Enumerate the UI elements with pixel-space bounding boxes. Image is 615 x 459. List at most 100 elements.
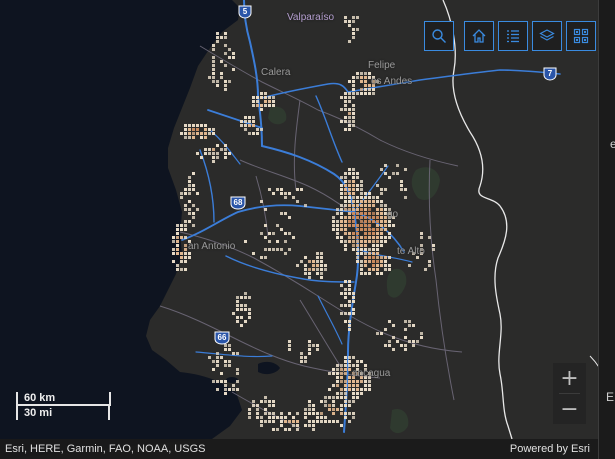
urban-pixel xyxy=(232,384,235,387)
home-button[interactable] xyxy=(464,21,494,51)
urban-pixel xyxy=(192,132,195,135)
urban-pixel xyxy=(376,240,379,243)
urban-pixel xyxy=(260,200,263,203)
urban-pixel xyxy=(276,224,279,227)
urban-pixel xyxy=(316,272,319,275)
scale-bar: 60 km 30 mi xyxy=(16,392,111,420)
layers-button[interactable] xyxy=(532,21,562,51)
urban-pixel xyxy=(372,216,375,219)
urban-pixel xyxy=(260,232,263,235)
urban-pixel xyxy=(264,92,267,95)
urban-pixel xyxy=(232,312,235,315)
urban-pixel xyxy=(328,420,331,423)
urban-pixel xyxy=(304,272,307,275)
urban-pixel xyxy=(184,248,187,251)
urban-pixel xyxy=(332,408,335,411)
urban-pixel xyxy=(196,128,199,131)
urban-pixel xyxy=(376,232,379,235)
urban-pixel xyxy=(408,264,411,267)
urban-pixel xyxy=(396,340,399,343)
urban-pixel xyxy=(212,368,215,371)
urban-pixel xyxy=(316,264,319,267)
urban-pixel xyxy=(312,424,315,427)
urban-pixel xyxy=(368,224,371,227)
urban-pixel xyxy=(184,128,187,131)
urban-pixel xyxy=(320,260,323,263)
zoom-out-button[interactable]: − xyxy=(553,394,586,424)
urban-pixel xyxy=(340,312,343,315)
urban-pixel xyxy=(252,116,255,119)
urban-pixel xyxy=(188,200,191,203)
urban-pixel xyxy=(364,88,367,91)
urban-pixel xyxy=(304,416,307,419)
urban-pixel xyxy=(340,364,343,367)
legend-button[interactable] xyxy=(498,21,528,51)
urban-pixel xyxy=(264,420,267,423)
urban-pixel xyxy=(172,240,175,243)
urban-pixel xyxy=(212,48,215,51)
basemap-gallery-button[interactable] xyxy=(566,21,596,51)
urban-pixel xyxy=(376,268,379,271)
urban-pixel xyxy=(324,268,327,271)
urban-pixel xyxy=(384,240,387,243)
urban-pixel xyxy=(288,216,291,219)
search-button[interactable] xyxy=(424,21,454,51)
urban-pixel xyxy=(340,388,343,391)
urban-pixel xyxy=(368,72,371,75)
urban-pixel xyxy=(308,412,311,415)
urban-pixel xyxy=(272,420,275,423)
urban-pixel xyxy=(212,80,215,83)
urban-pixel xyxy=(352,176,355,179)
urban-pixel xyxy=(368,92,371,95)
urban-pixel xyxy=(356,392,359,395)
urban-pixel xyxy=(348,292,351,295)
urban-pixel xyxy=(424,268,427,271)
urban-pixel xyxy=(408,340,411,343)
urban-pixel xyxy=(224,364,227,367)
urban-pixel xyxy=(340,192,343,195)
urban-pixel xyxy=(204,124,207,127)
urban-pixel xyxy=(308,340,311,343)
urban-pixel xyxy=(404,336,407,339)
urban-pixel xyxy=(212,152,215,155)
urban-pixel xyxy=(248,412,251,415)
urban-pixel xyxy=(360,212,363,215)
urban-pixel xyxy=(352,412,355,415)
urban-pixel xyxy=(376,332,379,335)
urban-pixel xyxy=(344,292,347,295)
zoom-in-button[interactable]: + xyxy=(553,363,586,393)
urban-pixel xyxy=(176,268,179,271)
urban-pixel xyxy=(288,248,291,251)
urban-pixel xyxy=(364,84,367,87)
urban-pixel xyxy=(344,172,347,175)
map-view[interactable]: Valparaíso Calera Felipe os Andes go an … xyxy=(0,0,615,459)
urban-pixel xyxy=(372,88,375,91)
urban-pixel xyxy=(256,104,259,107)
urban-pixel xyxy=(364,256,367,259)
grid-icon xyxy=(573,28,589,44)
urban-pixel xyxy=(192,188,195,191)
urban-pixel xyxy=(352,28,355,31)
urban-pixel xyxy=(332,368,335,371)
urban-pixel xyxy=(348,400,351,403)
scale-km-label: 60 km xyxy=(24,392,56,404)
urban-pixel xyxy=(352,388,355,391)
urban-pixel xyxy=(320,252,323,255)
urban-pixel xyxy=(380,256,383,259)
attribution-text[interactable]: Esri, HERE, Garmin, FAO, NOAA, USGS xyxy=(5,443,205,455)
urban-pixel xyxy=(220,380,223,383)
urban-pixel xyxy=(260,424,263,427)
urban-pixel xyxy=(368,232,371,235)
urban-pixel xyxy=(404,196,407,199)
urban-pixel xyxy=(344,216,347,219)
urban-pixel xyxy=(360,188,363,191)
urban-pixel xyxy=(264,408,267,411)
urban-pixel xyxy=(340,412,343,415)
urban-pixel xyxy=(384,204,387,207)
urban-pixel xyxy=(188,192,191,195)
urban-pixel xyxy=(324,400,327,403)
urban-pixel xyxy=(340,220,343,223)
powered-by-esri[interactable]: Powered by Esri xyxy=(510,443,590,455)
urban-pixel xyxy=(336,392,339,395)
urban-pixel xyxy=(272,192,275,195)
